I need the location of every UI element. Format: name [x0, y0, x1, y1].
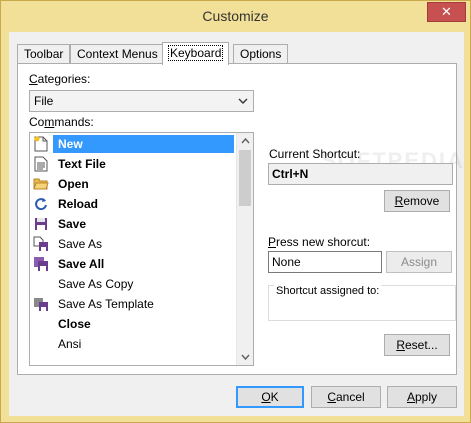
- command-label: Open: [58, 177, 89, 191]
- remove-button[interactable]: Remove: [384, 190, 450, 212]
- command-item-open[interactable]: Open: [30, 174, 235, 194]
- reset-button[interactable]: Reset...: [384, 334, 450, 356]
- command-item-reload[interactable]: Reload: [30, 194, 235, 214]
- categories-value: File: [34, 94, 54, 108]
- command-item-save[interactable]: Save: [30, 214, 235, 234]
- command-label: New: [53, 135, 234, 153]
- commands-list[interactable]: New Text File Open Reload Save Save As S…: [29, 132, 254, 366]
- title-bar[interactable]: Customize ✕: [1, 1, 470, 32]
- command-item-new[interactable]: New: [30, 134, 235, 154]
- command-item-save-as-copy[interactable]: Save As Copy: [30, 274, 235, 294]
- keyboard-panel: SOFTPEDIA Categories: File Commands: New: [17, 63, 463, 375]
- dialog-client: Toolbar Context Menus Keyboard Options S…: [9, 32, 464, 416]
- shortcut-assigned-to-label: Shortcut assigned to:: [274, 285, 382, 297]
- scroll-thumb[interactable]: [239, 150, 251, 206]
- command-label: Reload: [58, 197, 99, 211]
- save-all-icon: [33, 256, 49, 272]
- command-label: Save As: [58, 237, 103, 251]
- command-item-ansi[interactable]: Ansi: [30, 334, 235, 354]
- cancel-button[interactable]: Cancel: [311, 386, 381, 408]
- new-document-icon: [33, 136, 49, 152]
- apply-button[interactable]: Apply: [387, 386, 457, 408]
- command-item-save-all[interactable]: Save All: [30, 254, 235, 274]
- command-label: Close: [58, 317, 91, 331]
- folder-open-icon: [33, 176, 49, 192]
- command-item-close[interactable]: Close: [30, 314, 235, 334]
- tab-options[interactable]: Options: [233, 44, 289, 64]
- command-label: Save As Copy: [58, 277, 134, 291]
- text-file-icon: [33, 156, 49, 172]
- tab-toolbar[interactable]: Toolbar: [17, 44, 71, 64]
- new-shortcut-input[interactable]: None: [268, 251, 382, 273]
- command-label: Save All: [58, 257, 105, 271]
- tab-keyboard[interactable]: Keyboard: [162, 42, 230, 65]
- current-shortcut-field: Ctrl+N: [268, 163, 453, 185]
- tab-keyboard-label: Keyboard: [167, 45, 224, 61]
- scroll-down-icon[interactable]: [237, 348, 253, 365]
- reload-icon: [33, 196, 49, 212]
- chevron-down-icon: [238, 91, 248, 119]
- commands-scrollbar[interactable]: [236, 133, 253, 365]
- command-label: Save As Template: [58, 297, 154, 311]
- press-new-shortcut-label: Press new shorcut:: [268, 235, 371, 249]
- command-item-save-as[interactable]: Save As: [30, 234, 235, 254]
- tab-context-menus[interactable]: Context Menus: [70, 44, 165, 64]
- scroll-up-icon[interactable]: [237, 133, 253, 150]
- command-item-text-file[interactable]: Text File: [30, 154, 235, 174]
- ok-button[interactable]: OK: [236, 386, 304, 408]
- save-icon: [33, 216, 49, 232]
- command-label: Ansi: [58, 337, 82, 351]
- save-as-icon: [33, 236, 49, 252]
- command-label: Text File: [58, 157, 106, 171]
- close-button[interactable]: ✕: [427, 2, 466, 22]
- shortcut-assigned-to-group: Shortcut assigned to:: [268, 285, 456, 321]
- command-item-save-as-template[interactable]: Save As Template: [30, 294, 235, 314]
- categories-combo[interactable]: File: [29, 90, 254, 112]
- commands-label: Commands:: [29, 115, 94, 129]
- categories-label: Categories:: [29, 72, 91, 86]
- window-title: Customize: [202, 8, 269, 24]
- command-label: Save: [58, 217, 87, 231]
- save-template-icon: [33, 296, 49, 312]
- current-shortcut-label: Current Shortcut:: [269, 147, 361, 161]
- customize-window: Customize ✕ Toolbar Context Menus Keyboa…: [0, 0, 471, 423]
- assign-button[interactable]: Assign: [386, 251, 452, 273]
